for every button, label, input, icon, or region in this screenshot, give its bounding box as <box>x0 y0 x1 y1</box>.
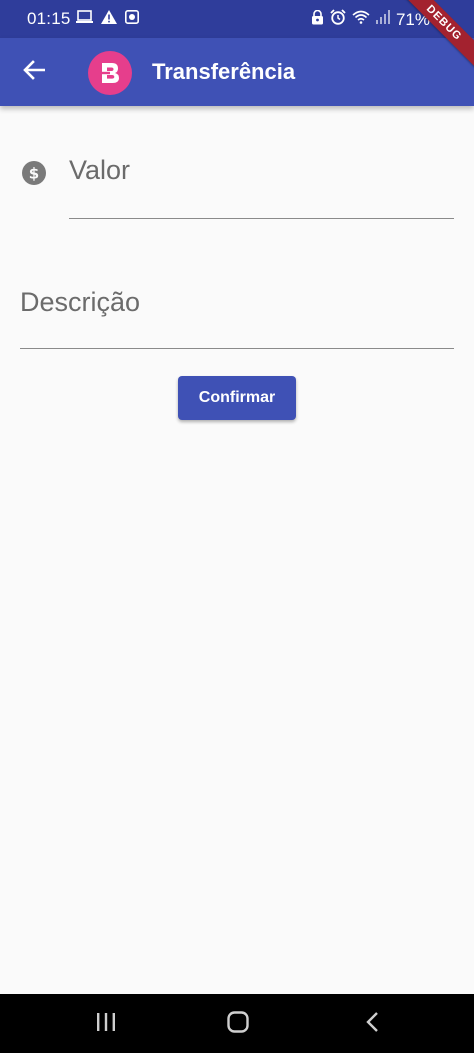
notification-icon <box>125 10 139 29</box>
descricao-label: Descrição <box>20 287 141 317</box>
app-logo <box>88 51 132 95</box>
laptop-icon <box>76 10 93 29</box>
confirm-button[interactable]: Confirmar <box>178 376 296 420</box>
status-bar: 01:15 71% <box>0 0 474 38</box>
nav-back-button[interactable] <box>352 1004 392 1044</box>
status-right-icons: 71% <box>311 9 430 30</box>
lock-icon <box>311 9 324 30</box>
status-time: 01:15 <box>27 9 71 28</box>
app-bar: Transferência <box>0 38 474 106</box>
home-icon <box>227 1010 249 1038</box>
page-title: Transferência <box>152 59 296 84</box>
wifi-icon <box>352 10 370 29</box>
alarm-icon <box>330 9 346 30</box>
bytecoin-logo-icon <box>98 63 119 83</box>
svg-text:$: $ <box>29 165 39 183</box>
warning-icon <box>101 10 117 29</box>
back-button[interactable] <box>14 52 54 92</box>
valor-label: Valor <box>69 155 131 185</box>
recent-apps-icon <box>95 1012 117 1037</box>
descricao-input[interactable]: Descrição <box>20 282 454 349</box>
back-icon <box>365 1011 379 1038</box>
status-left-icons <box>76 10 139 29</box>
signal-icon <box>375 10 390 29</box>
arrow-back-icon <box>23 59 46 85</box>
home-button[interactable] <box>218 1004 258 1044</box>
valor-input[interactable]: Valor <box>69 150 454 219</box>
navigation-bar <box>0 994 474 1053</box>
recent-apps-button[interactable] <box>86 1004 126 1044</box>
dollar-circle-icon: $ <box>22 161 46 185</box>
